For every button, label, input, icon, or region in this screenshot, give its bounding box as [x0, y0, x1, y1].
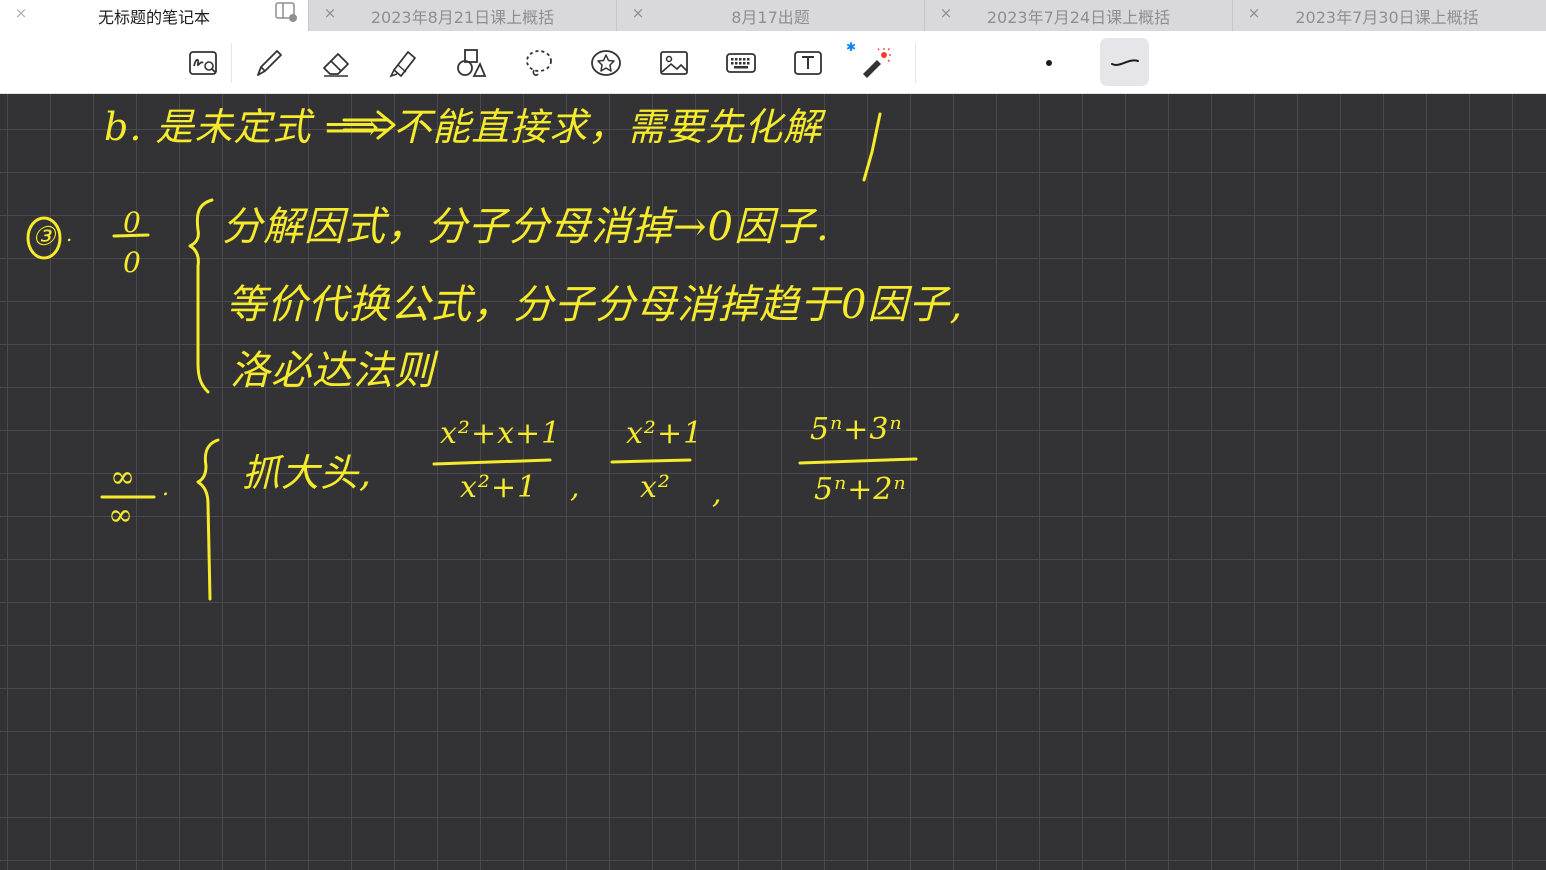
close-tab-icon[interactable]: ×	[631, 4, 645, 22]
note-canvas[interactable]: b. 是未定式 ⟹ 不能直接求，需要先化解 . ③ 0 0 分解因式，分子分母消…	[0, 94, 1546, 870]
example-2-denominator: x²	[640, 470, 671, 505]
ink-brace	[188, 198, 214, 394]
tab-2023-07-24[interactable]: × 2023年7月24日课上概括	[925, 0, 1233, 31]
ink-stroke	[862, 112, 882, 182]
bluetooth-icon: ✱	[846, 40, 857, 54]
ink-brace	[196, 438, 220, 601]
tab-2023-08-21[interactable]: × 2023年8月21日课上概括	[309, 0, 617, 31]
ink-fraction-bar	[798, 457, 918, 465]
handwriting-zoom-icon[interactable]	[183, 43, 223, 83]
tab-bar: × 无标题的笔记本 × 2023年8月21日课上概括 × 8月17出题 × 20…	[0, 0, 1546, 31]
shapes-icon[interactable]	[451, 43, 491, 83]
tab-untitled-notebook[interactable]: × 无标题的笔记本	[0, 0, 309, 31]
case-0-0-line-2: 等价代换公式，分子分母消掉趋于0因子,	[226, 282, 964, 328]
stroke-style-button[interactable]	[1100, 38, 1149, 86]
tab-label: 2023年7月24日课上概括	[986, 7, 1171, 27]
ink-fraction-bar	[432, 458, 552, 466]
example-3-numerator: 5ⁿ+3ⁿ	[810, 412, 903, 447]
example-2-numerator: x²+1	[626, 416, 704, 451]
case-0-0-line-3: 洛必达法则	[230, 348, 435, 394]
text-box-icon[interactable]	[788, 43, 828, 83]
highlighter-icon[interactable]	[383, 43, 423, 83]
lasso-icon[interactable]	[519, 43, 559, 83]
fraction-inf-dot: .	[162, 476, 170, 501]
eraser-icon[interactable]	[316, 43, 356, 83]
item-3-marker: ③	[32, 222, 57, 252]
ink-fraction-bar	[610, 458, 692, 464]
example-1-denominator: x²+1	[460, 470, 538, 505]
laser-pointer-icon[interactable]	[854, 43, 894, 83]
close-tab-icon[interactable]: ×	[323, 4, 337, 22]
close-tab-icon[interactable]: ×	[1247, 4, 1261, 22]
tab-label: 8月17出题	[731, 7, 810, 27]
tab-label: 2023年7月30日课上概括	[1295, 7, 1479, 27]
note-line-b: b. 是未定式 ⟹ 不能直接求，需要先化解	[104, 105, 823, 149]
example-comma: ,	[712, 476, 723, 511]
stroke-size-button[interactable]	[1036, 51, 1062, 75]
tab-label: 2023年8月21日课上概括	[370, 7, 555, 27]
close-tab-icon[interactable]: ×	[939, 4, 953, 22]
toolbar: ✱	[0, 31, 1546, 94]
case-0-0-line-1: 分解因式，分子分母消掉→0因子.	[222, 204, 830, 250]
sticker-icon[interactable]	[586, 43, 626, 83]
example-comma: ,	[570, 470, 581, 505]
example-1-numerator: x²+x+1	[440, 416, 562, 451]
toolbar-divider	[231, 43, 232, 83]
split-view-icon[interactable]	[274, 1, 298, 23]
fraction-inf-denominator: ∞	[108, 498, 134, 533]
pen-icon[interactable]	[249, 43, 289, 83]
tab-2023-07-30[interactable]: × 2023年7月30日课上概括	[1233, 0, 1541, 31]
grab-leading-term: 抓大头,	[242, 451, 373, 495]
toolbar-divider	[915, 43, 916, 83]
close-tab-icon[interactable]: ×	[14, 4, 28, 22]
tab-08-17-questions[interactable]: × 8月17出题	[617, 0, 925, 31]
example-3-denominator: 5ⁿ+2ⁿ	[814, 472, 907, 507]
item-3-dot: .	[66, 222, 74, 246]
curve-stroke-icon	[1110, 59, 1139, 66]
fraction-inf-numerator: ∞	[110, 460, 136, 495]
fraction-0-0-numerator: 0	[123, 206, 142, 239]
image-icon[interactable]	[654, 43, 694, 83]
fraction-0-0-denominator: 0	[123, 246, 142, 279]
keyboard-icon[interactable]	[721, 43, 761, 83]
size-dot-icon	[1046, 60, 1052, 66]
tab-label: 无标题的笔记本	[97, 7, 210, 27]
